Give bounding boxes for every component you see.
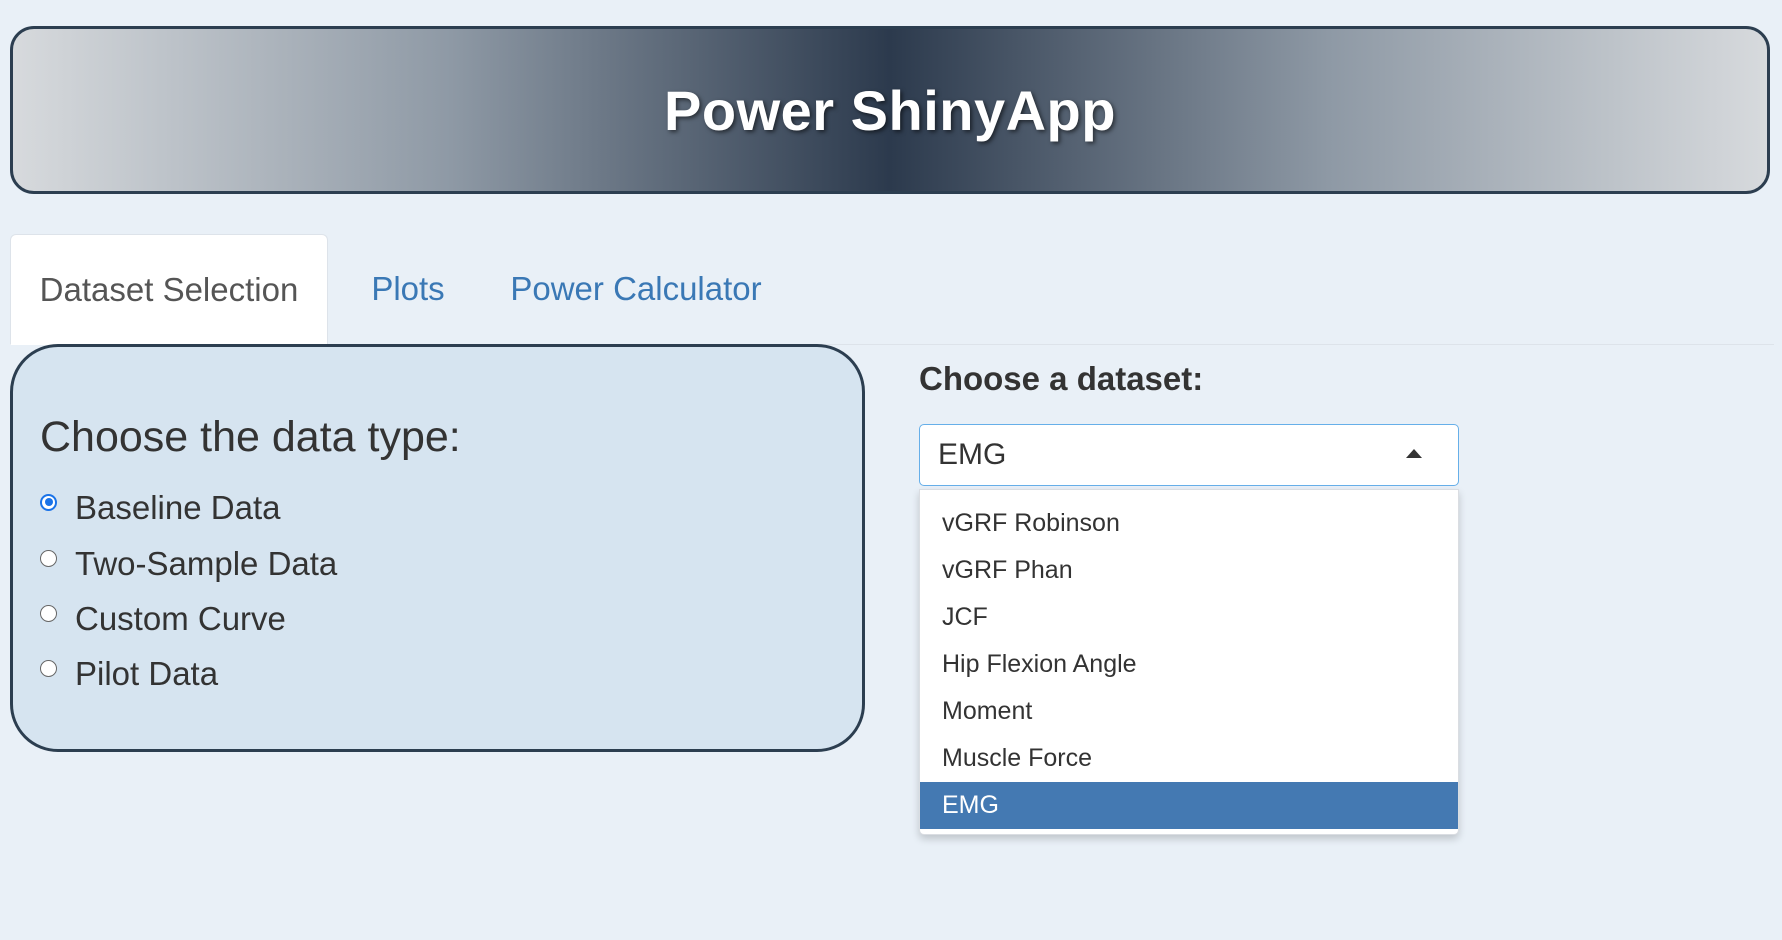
caret-up-icon <box>1406 449 1422 458</box>
radio-button[interactable] <box>40 659 57 677</box>
dataset-dropdown-menu: vGRF Robinson vGRF Phan JCF Hip Flexion … <box>919 489 1459 835</box>
data-type-panel: Choose the data type: Baseline Data Two-… <box>10 344 865 752</box>
tab-plots[interactable]: Plots <box>350 234 466 344</box>
dataset-select[interactable]: EMG <box>919 424 1459 486</box>
dataset-selected-value: EMG <box>938 438 1007 471</box>
header-banner: Power ShinyApp <box>10 26 1770 194</box>
data-type-heading: Choose the data type: <box>40 413 461 461</box>
dropdown-option[interactable]: vGRF Robinson <box>920 500 1458 547</box>
radio-button-checked[interactable] <box>40 493 57 511</box>
radio-option-two-sample[interactable]: Two-Sample Data <box>40 545 337 583</box>
radio-option-baseline[interactable]: Baseline Data <box>40 489 280 527</box>
radio-label: Custom Curve <box>75 600 286 637</box>
radio-button[interactable] <box>40 604 57 622</box>
app-title: Power ShinyApp <box>664 78 1116 142</box>
dropdown-option[interactable]: vGRF Phan <box>920 547 1458 594</box>
app-page: Power ShinyApp Dataset Selection Plots P… <box>0 0 1782 940</box>
radio-button[interactable] <box>40 549 57 567</box>
dropdown-option[interactable]: Moment <box>920 688 1458 735</box>
dropdown-option[interactable]: Muscle Force <box>920 735 1458 782</box>
tab-power-calculator[interactable]: Power Calculator <box>488 234 784 344</box>
radio-option-custom-curve[interactable]: Custom Curve <box>40 600 286 638</box>
radio-label: Baseline Data <box>75 489 281 526</box>
radio-label: Pilot Data <box>75 655 219 692</box>
dropdown-option[interactable]: Hip Flexion Angle <box>920 641 1458 688</box>
radio-label: Two-Sample Data <box>75 545 338 582</box>
dropdown-option-selected[interactable]: EMG <box>920 782 1458 829</box>
dataset-select-label: Choose a dataset: <box>919 360 1204 397</box>
tab-dataset-selection[interactable]: Dataset Selection <box>10 234 328 345</box>
dropdown-option[interactable]: JCF <box>920 594 1458 641</box>
radio-option-pilot[interactable]: Pilot Data <box>40 655 218 693</box>
tab-bar: Dataset Selection Plots Power Calculator <box>10 234 1774 345</box>
